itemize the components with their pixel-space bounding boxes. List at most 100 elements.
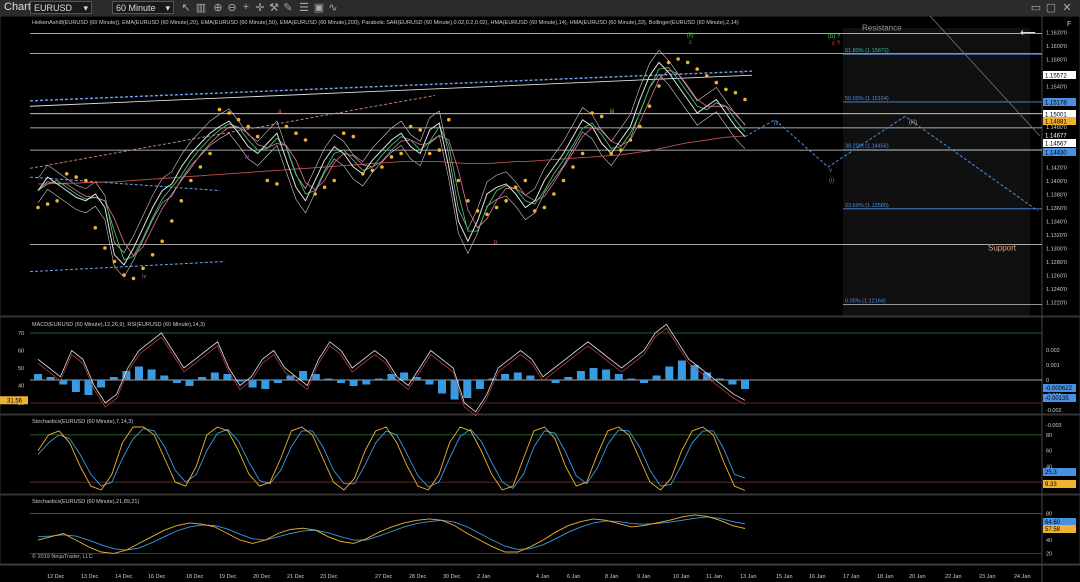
cursor-icon[interactable]: ↖: [180, 1, 192, 14]
wave-label: iv: [142, 274, 146, 280]
maximize-icon[interactable]: ▢: [1045, 1, 1057, 14]
interval-selector[interactable]: 60 Minute ▾: [112, 1, 174, 14]
price-panel-title: HeikenAshi8(EURUSD (60 Minute)), EMA(EUR…: [32, 20, 739, 26]
price-tick-label: 1.1300'0: [1046, 247, 1067, 253]
price-tick-label: 1.1340'0: [1046, 220, 1067, 226]
date-tick-label: 20 Dec: [253, 574, 271, 580]
macd-histogram-bar: [400, 372, 409, 380]
sar-dot: [504, 199, 508, 203]
sar-dot: [103, 246, 107, 250]
sar-dot: [714, 80, 719, 85]
date-tick-label: 8 Jan: [605, 574, 618, 580]
date-tick-label: 18 Dec: [186, 574, 204, 580]
sar-dot: [246, 124, 250, 129]
sar-dot: [122, 273, 126, 277]
sar-dot: [647, 104, 652, 108]
macd-histogram-bar: [349, 380, 358, 386]
price-tick-label: 1.1360'0: [1046, 206, 1067, 212]
sar-dot: [685, 60, 690, 65]
macd-histogram-bar: [223, 374, 232, 380]
rsi-tick-label: 50: [18, 366, 24, 372]
sar-dot: [265, 178, 270, 183]
stoch-slow-tick-label: 40: [1046, 538, 1052, 544]
macd-histogram-bar: [627, 378, 636, 380]
sar-dot: [628, 138, 633, 142]
instrument-selector[interactable]: EURUSD ▾: [30, 1, 92, 14]
sar-dot: [724, 87, 728, 92]
price-tick-label: 1.1280'0: [1046, 260, 1067, 266]
sar-dot: [160, 239, 164, 244]
price-tick-label: 1.1600'0: [1046, 44, 1067, 50]
macd-histogram-bar: [564, 377, 573, 380]
data-box-icon[interactable]: ▣: [313, 1, 325, 14]
sar-dot: [74, 175, 78, 179]
macd-histogram-bar: [741, 380, 749, 389]
sar-dot: [341, 131, 346, 135]
macd-histogram-bar: [438, 380, 446, 394]
sar-dot: [198, 165, 203, 169]
properties-icon[interactable]: ☰: [298, 1, 310, 14]
sar-dot: [361, 172, 365, 176]
chart-canvas[interactable]: HeikenAshi8(EURUSD (60 Minute)), EMA(EUR…: [0, 16, 1080, 582]
window-title: Chart: [4, 1, 31, 13]
sar-dot: [733, 90, 738, 95]
wave-label: c: [689, 40, 692, 46]
price-tick-label: 1.1240'0: [1046, 287, 1067, 293]
chart-toolbar: Chart EURUSD ▾ 60 Minute ▾ ↖ ▥ ⊕ ⊖ + ✛ ⚒…: [0, 0, 1080, 17]
crosshair-icon[interactable]: ✛: [254, 1, 266, 14]
sar-dot: [475, 209, 480, 213]
draw-icon[interactable]: ✎: [282, 1, 294, 14]
sar-dot: [217, 107, 222, 112]
sar-dot: [370, 168, 375, 173]
date-tick-label: 20 Jan: [909, 574, 926, 580]
price-tick-label: 1.1320'0: [1046, 233, 1067, 239]
macd-histogram-bar: [576, 371, 585, 380]
price-tick-label: 1.1260'0: [1046, 274, 1067, 280]
date-tick-label: 21 Dec: [287, 574, 305, 580]
indicators-icon[interactable]: ∿: [327, 1, 339, 14]
macd-histogram-bar: [337, 380, 345, 383]
macd-value-label: -0.00135: [1045, 396, 1069, 402]
sar-dot: [141, 266, 145, 271]
sar-dot: [523, 178, 528, 183]
macd-histogram-bar: [715, 378, 724, 380]
macd-histogram-bar: [614, 374, 623, 380]
sar-dot: [64, 172, 69, 176]
stoch-fast-tick-label: 60: [1046, 449, 1052, 455]
zoom-out-icon[interactable]: ⊖: [226, 1, 238, 14]
chevron-down-icon: ▾: [165, 3, 170, 13]
sar-dot: [294, 131, 298, 135]
date-tick-label: 30 Dec: [443, 574, 461, 580]
close-icon[interactable]: ✕: [1061, 1, 1073, 14]
zoom-in-icon[interactable]: ⊕: [212, 1, 224, 14]
date-tick-label: 16 Jan: [809, 574, 826, 580]
rsi-tick-label: 40: [18, 384, 24, 390]
plus-icon[interactable]: +: [240, 1, 252, 13]
macd-histogram-bar: [273, 380, 282, 383]
chevron-down-icon: ▾: [83, 3, 88, 13]
stoch-fast-value-label: 25.3: [1045, 470, 1057, 476]
macd-histogram-bar: [324, 378, 333, 380]
wrench-icon[interactable]: ⚒: [268, 1, 280, 14]
minimize-icon[interactable]: ▭: [1030, 1, 1042, 14]
sar-dot: [447, 117, 451, 122]
date-tick-label: 17 Jan: [843, 574, 860, 580]
copyright-label: © 2019 NinjaTrader, LLC: [32, 553, 93, 560]
sar-dot: [666, 60, 671, 65]
bar-style-icon[interactable]: ▥: [195, 1, 207, 14]
sar-dot: [189, 178, 193, 183]
sar-dot: [418, 128, 423, 132]
wave-label: ii: [741, 70, 744, 76]
macd-tick-label: 0.002: [1046, 348, 1060, 354]
sar-dot: [170, 219, 174, 223]
macd-tick-label: 0.001: [1046, 363, 1060, 369]
macd-histogram-bar: [677, 360, 686, 380]
sar-dot: [408, 124, 413, 129]
date-tick-label: 11 Jan: [706, 574, 722, 580]
rsi-value-label: 31.56: [7, 398, 23, 404]
fib-level-label: 38.20% (1.14456): [845, 144, 889, 150]
back-arrow-icon: ⟵: [1020, 27, 1036, 39]
sar-dot: [93, 226, 98, 230]
date-tick-label: 10 Jan: [673, 574, 690, 580]
macd-histogram-bar: [602, 369, 611, 380]
